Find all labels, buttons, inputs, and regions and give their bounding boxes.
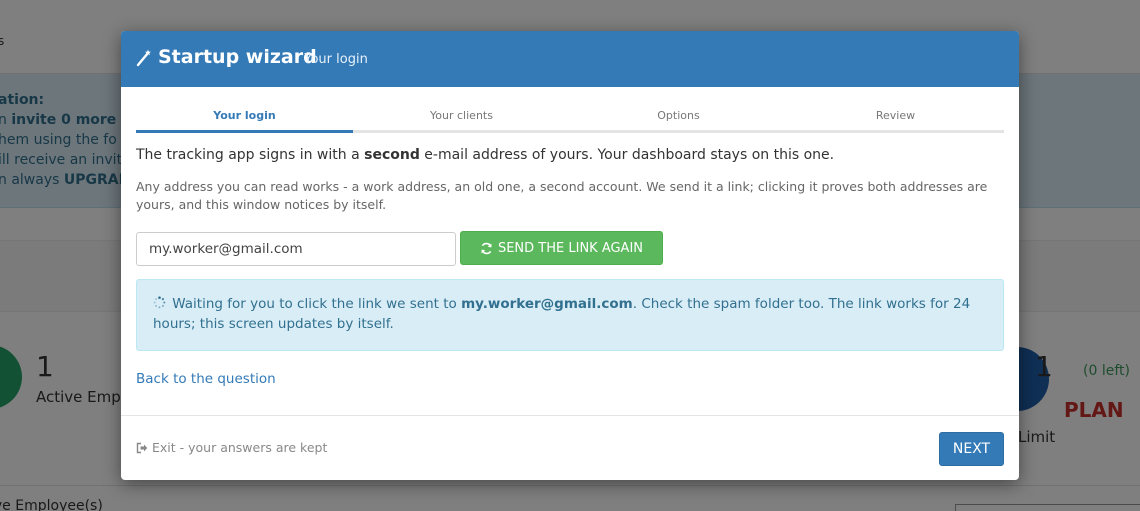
sent-to-email: my.worker@gmail.com	[461, 296, 633, 312]
wand-icon	[136, 49, 151, 67]
tab-your-clients[interactable]: Your clients	[353, 105, 570, 133]
tab-review[interactable]: Review	[787, 105, 1004, 133]
startup-wizard-modal: Startup wizard · Your login Your login Y…	[121, 31, 1019, 480]
refresh-icon	[481, 242, 492, 254]
tab-options[interactable]: Options	[570, 105, 787, 133]
help-text: Any address you can read works - a work …	[136, 179, 988, 212]
tab-your-login[interactable]: Your login	[136, 105, 353, 133]
exit-link[interactable]: Exit - your answers are kept	[136, 440, 327, 455]
modal-subtitle: · Your login	[296, 52, 368, 67]
email-field[interactable]	[136, 232, 456, 266]
modal-header: Startup wizard · Your login	[121, 31, 1019, 87]
spinner-icon	[153, 296, 166, 309]
modal-footer: Exit - your answers are kept NEXT	[121, 415, 1019, 480]
wizard-steps: Your login Your clients Options Review	[136, 105, 1004, 133]
back-to-question-link[interactable]: Back to the question	[136, 371, 276, 387]
exit-icon	[136, 442, 148, 453]
exit-label: Exit - your answers are kept	[152, 440, 328, 455]
next-button[interactable]: NEXT	[939, 432, 1004, 466]
send-link-again-label: SEND THE LINK AGAIN	[497, 240, 644, 256]
waiting-notice: Waiting for you to click the link we sen…	[136, 279, 1004, 351]
lead-text: The tracking app signs in with a second …	[136, 147, 835, 163]
modal-title: Startup wizard	[158, 46, 317, 68]
send-link-again-button[interactable]: SEND THE LINK AGAIN	[460, 231, 663, 265]
